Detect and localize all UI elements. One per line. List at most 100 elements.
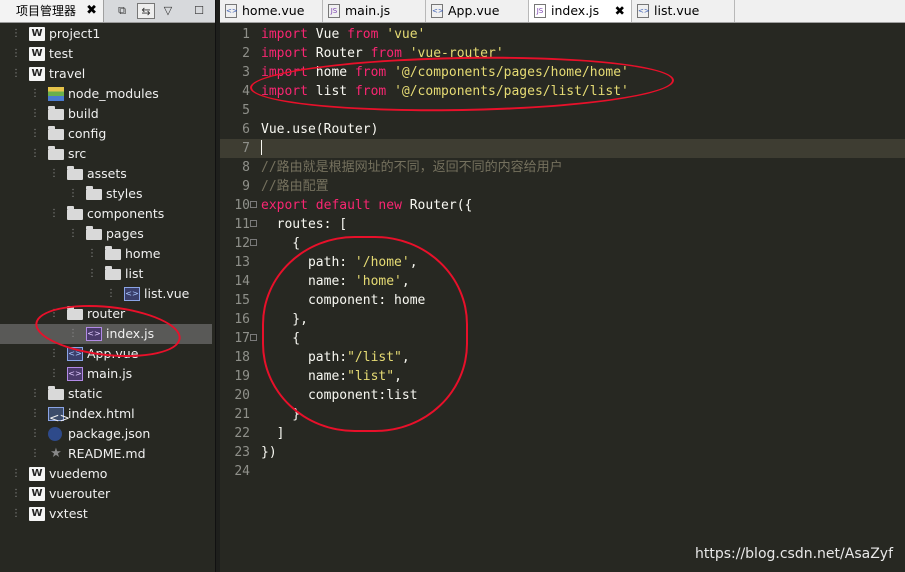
tree-item[interactable]: ⋮ src xyxy=(0,144,212,164)
editor-tabbar: <> home.vue JS main.js <> App.vue JS index.js ✖ <… xyxy=(220,0,905,23)
code-text xyxy=(261,139,262,158)
close-icon[interactable]: ✖ xyxy=(615,0,625,22)
tree-guide: ⋮ xyxy=(49,368,59,379)
tree-item-label: assets xyxy=(87,166,127,181)
tree-item-label: list.vue xyxy=(144,286,190,301)
tree-item[interactable]: ⋮ assets xyxy=(0,164,212,184)
folder-icon xyxy=(48,106,64,120)
editor-tab[interactable]: <> home.vue xyxy=(220,0,323,22)
folder-icon xyxy=(105,246,121,260)
fold-toggle-icon[interactable] xyxy=(250,220,257,227)
code-line[interactable]: 8 //路由就是根据网址的不同，返回不同的内容给用户 xyxy=(220,158,905,177)
tree-item[interactable]: ⋮ Wvuerouter xyxy=(0,484,212,504)
tree-item[interactable]: ⋮ Wtest xyxy=(0,44,212,64)
link-toggle-icon[interactable]: ⇆ xyxy=(137,3,155,19)
fold-toggle-icon[interactable] xyxy=(250,201,257,208)
project-explorer-tab-label: 项目管理器 xyxy=(16,4,77,18)
code-line[interactable]: 7 xyxy=(220,139,905,158)
code-token: import xyxy=(261,46,308,61)
line-number: 12 xyxy=(234,236,250,251)
project-explorer-tab[interactable]: 项目管理器 ✖ xyxy=(0,0,104,22)
folder-icon xyxy=(48,146,64,160)
tree-item[interactable]: ⋮ ★ README.md xyxy=(0,444,212,464)
tree-item[interactable]: ⋮ home xyxy=(0,244,212,264)
editor-tab[interactable]: JS main.js xyxy=(323,0,426,22)
tree-item[interactable]: ⋮ Wtravel xyxy=(0,64,212,84)
tree-item[interactable]: ⋮ pages xyxy=(0,224,212,244)
tree-item-label: vuerouter xyxy=(49,486,111,501)
tree-item[interactable]: ⋮ static xyxy=(0,384,212,404)
library-icon xyxy=(48,87,64,101)
tree-item[interactable]: ⋮ list xyxy=(0,264,212,284)
editor-tab[interactable]: JS index.js ✖ xyxy=(529,0,632,22)
tree-item[interactable]: ⋮ components xyxy=(0,204,212,224)
line-number: 23 xyxy=(234,445,250,460)
w-project-icon: W xyxy=(29,467,45,481)
code-line[interactable]: 1 import Vue from 'vue' xyxy=(220,25,905,44)
w-project-icon: W xyxy=(29,27,45,41)
editor-tab[interactable]: <> App.vue xyxy=(426,0,529,22)
tree-item[interactable]: ⋮ config xyxy=(0,124,212,144)
line-number: 14 xyxy=(234,274,250,289)
line-number: 17 xyxy=(234,331,250,346)
code-line[interactable]: 11 routes: [ xyxy=(220,215,905,234)
tree-guide: ⋮ xyxy=(30,88,40,99)
code-token: Router({ xyxy=(401,198,473,213)
close-icon[interactable]: ✖ xyxy=(86,0,97,22)
code-token: routes: [ xyxy=(261,217,348,232)
code-line[interactable]: 6 Vue.use(Router) xyxy=(220,120,905,139)
menu-triangle-icon[interactable]: ▽ xyxy=(159,3,177,19)
tree-guide: ⋮ xyxy=(11,468,21,479)
line-number: 13 xyxy=(234,255,250,270)
annotation-ellipse-routes xyxy=(262,236,468,432)
tree-guide: ⋮ xyxy=(30,108,40,119)
line-number: 21 xyxy=(234,407,250,422)
code-token: Vue xyxy=(307,27,348,42)
vue-file-icon: <> xyxy=(431,4,444,18)
tree-item-label: config xyxy=(68,126,107,141)
tree-item-label: README.md xyxy=(68,446,146,461)
code-token: default xyxy=(315,198,371,213)
line-number: 2 xyxy=(242,46,250,61)
tree-guide: ⋮ xyxy=(11,488,21,499)
tree-guide: ⋮ xyxy=(11,68,21,79)
tree-item[interactable]: ⋮ Wproject1 xyxy=(0,24,212,44)
copy-icon[interactable]: ⧉ xyxy=(113,3,131,19)
line-number: 6 xyxy=(242,122,250,137)
tree-item[interactable]: ⋮ styles xyxy=(0,184,212,204)
line-number: 1 xyxy=(242,27,250,42)
folder-icon xyxy=(86,186,102,200)
tree-item[interactable]: ⋮ <> list.vue xyxy=(0,284,212,304)
code-token: Vue.use(Router) xyxy=(261,122,379,137)
tree-item[interactable]: ⋮ package.json xyxy=(0,424,212,444)
tree-item[interactable]: ⋮ Wvuedemo xyxy=(0,464,212,484)
maximize-icon[interactable]: ☐ xyxy=(190,3,208,19)
code-line[interactable]: 10 export default new Router({ xyxy=(220,196,905,215)
tree-item-label: vuedemo xyxy=(49,466,108,481)
tree-guide: ⋮ xyxy=(11,48,21,59)
tree-guide: ⋮ xyxy=(30,128,40,139)
code-line[interactable]: 9 //路由配置 xyxy=(220,177,905,196)
tree-item[interactable]: ⋮ build xyxy=(0,104,212,124)
code-line[interactable]: 24 xyxy=(220,462,905,481)
editor-tab-label: home.vue xyxy=(242,3,305,18)
line-number: 3 xyxy=(242,65,250,80)
fold-toggle-icon[interactable] xyxy=(250,334,257,341)
fold-toggle-icon[interactable] xyxy=(250,239,257,246)
code-token: from xyxy=(347,27,379,42)
tree-item[interactable]: ⋮ <> main.js xyxy=(0,364,212,384)
code-text: //路由配置 xyxy=(261,177,329,196)
line-number: 15 xyxy=(234,293,250,308)
editor-tab[interactable]: <> list.vue xyxy=(632,0,735,22)
tree-item-label: main.js xyxy=(87,366,133,381)
code-line[interactable]: 23}) xyxy=(220,443,905,462)
tree-guide: ⋮ xyxy=(49,208,59,219)
line-number: 7 xyxy=(242,141,250,156)
watermark: https://blog.csdn.net/AsaZyf xyxy=(694,546,893,562)
tree-item[interactable]: ⋮ <> index.html xyxy=(0,404,212,425)
line-number: 10 xyxy=(234,198,250,213)
tree-item-label: static xyxy=(68,386,103,401)
tree-item[interactable]: ⋮ node_modules xyxy=(0,84,212,104)
tree-item[interactable]: ⋮ Wvxtest xyxy=(0,504,212,524)
